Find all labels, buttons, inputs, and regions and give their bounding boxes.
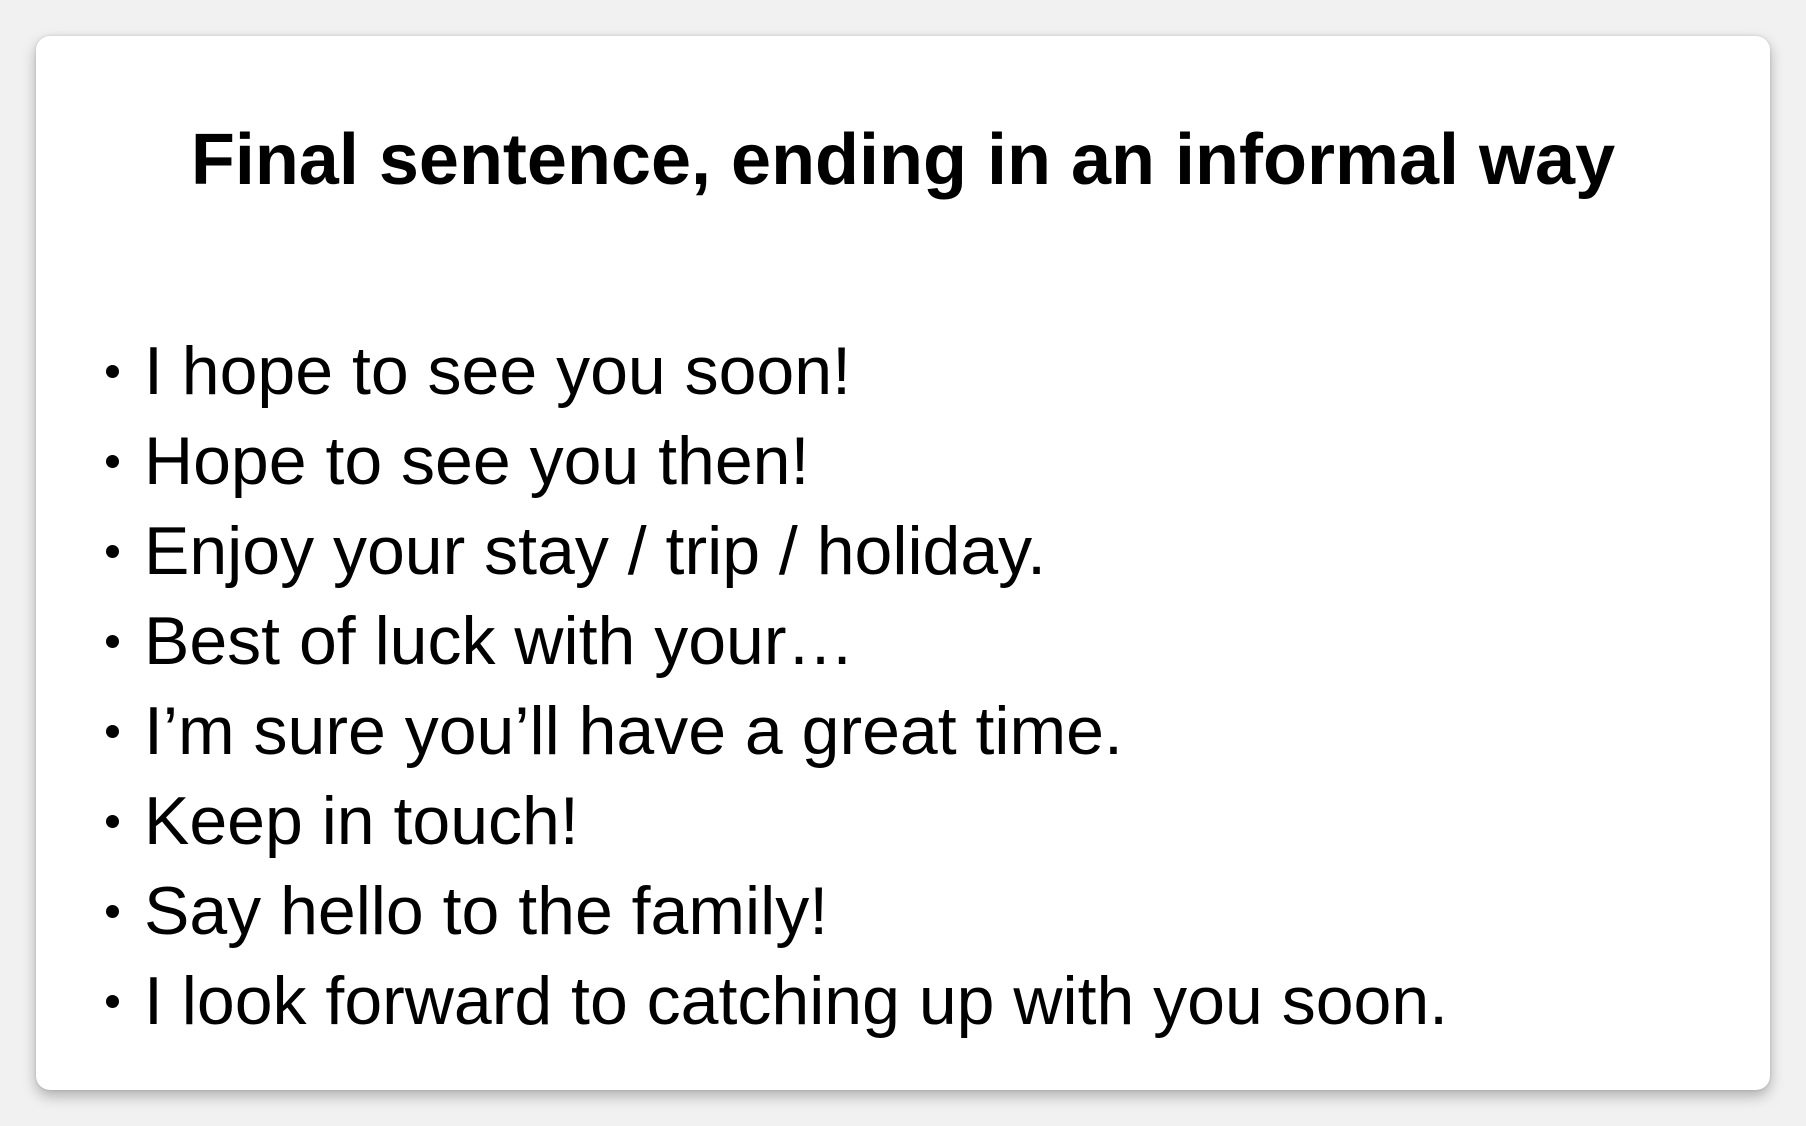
list-item: Hope to see you then! bbox=[98, 416, 1448, 506]
list-item: I look forward to catching up with you s… bbox=[98, 956, 1448, 1046]
bullet-icon bbox=[106, 904, 119, 918]
bullet-icon bbox=[106, 634, 119, 648]
list-item: I hope to see you soon! bbox=[98, 326, 1448, 416]
list-item-text: Keep in touch! bbox=[144, 783, 579, 859]
bullet-list: I hope to see you soon! Hope to see you … bbox=[98, 326, 1448, 1046]
list-item-text: I’m sure you’ll have a great time. bbox=[144, 693, 1123, 769]
list-item-text: I hope to see you soon! bbox=[144, 333, 851, 409]
bullet-icon bbox=[106, 364, 119, 378]
list-item-text: Say hello to the family! bbox=[144, 873, 829, 949]
list-item-text: Enjoy your stay / trip / holiday. bbox=[144, 513, 1047, 589]
list-item-text: Hope to see you then! bbox=[144, 423, 810, 499]
list-item-text: I look forward to catching up with you s… bbox=[144, 963, 1449, 1039]
bullet-icon bbox=[106, 994, 119, 1008]
bullet-icon bbox=[106, 724, 119, 738]
slide: Final sentence, ending in an informal wa… bbox=[36, 36, 1770, 1090]
bullet-icon bbox=[106, 454, 119, 468]
list-item-text: Best of luck with your… bbox=[144, 603, 855, 679]
list-item: Keep in touch! bbox=[98, 776, 1448, 866]
list-item: Best of luck with your… bbox=[98, 596, 1448, 686]
list-item: Enjoy your stay / trip / holiday. bbox=[98, 506, 1448, 596]
list-item: Say hello to the family! bbox=[98, 866, 1448, 956]
slide-title: Final sentence, ending in an informal wa… bbox=[190, 120, 1616, 200]
bullet-icon bbox=[106, 544, 119, 558]
bullet-icon bbox=[106, 814, 119, 828]
list-item: I’m sure you’ll have a great time. bbox=[98, 686, 1448, 776]
